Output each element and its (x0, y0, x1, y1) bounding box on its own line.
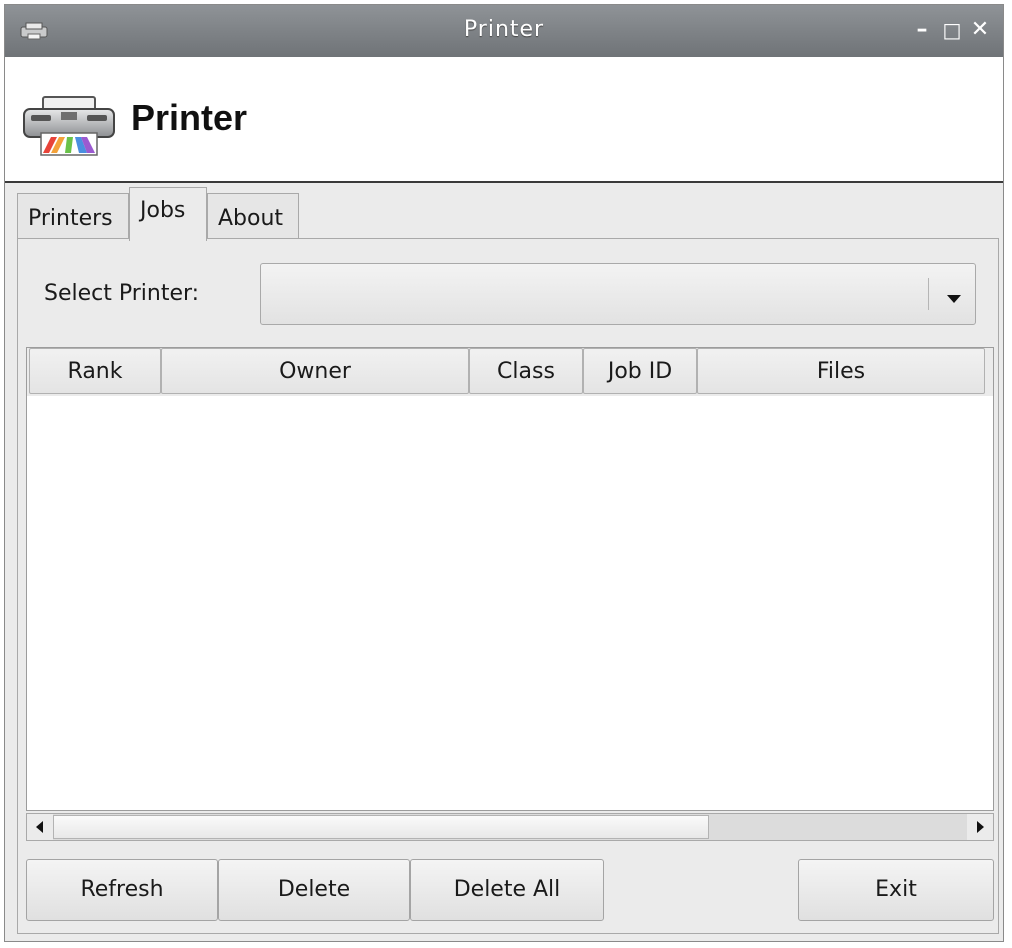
column-owner[interactable]: Owner (161, 348, 469, 394)
column-files[interactable]: Files (697, 348, 985, 394)
title-bar[interactable]: Printer – □ ✕ (5, 5, 1003, 57)
jobs-panel: Select Printer: Rank Owner Class Job ID … (17, 238, 999, 934)
tab-jobs[interactable]: Jobs (129, 187, 207, 241)
delete-all-button[interactable]: Delete All (410, 859, 604, 921)
column-job-id[interactable]: Job ID (583, 348, 697, 394)
tab-printers[interactable]: Printers (17, 193, 129, 239)
column-rank[interactable]: Rank (29, 348, 161, 394)
app-header: Printer (5, 57, 1003, 183)
horizontal-scrollbar[interactable] (26, 813, 994, 841)
scroll-right-button[interactable] (967, 814, 993, 840)
window-title: Printer (463, 17, 545, 42)
exit-button[interactable]: Exit (798, 859, 994, 921)
scrollbar-thumb[interactable] (53, 815, 709, 839)
table-body[interactable] (27, 396, 993, 810)
printer-window: Printer – □ ✕ Printer Printers Jobs Abou… (4, 4, 1004, 942)
arrow-right-icon (977, 821, 984, 833)
column-class[interactable]: Class (469, 348, 583, 394)
printer-select[interactable] (260, 263, 976, 325)
combo-separator (928, 278, 929, 310)
chevron-down-icon[interactable] (945, 286, 963, 311)
table-header: Rank Owner Class Job ID Files (27, 348, 993, 396)
arrow-left-icon (36, 821, 43, 833)
maximize-button[interactable]: □ (941, 19, 963, 41)
scroll-left-button[interactable] (27, 814, 53, 840)
tab-about[interactable]: About (207, 193, 299, 239)
printer-icon (21, 95, 117, 163)
close-button[interactable]: ✕ (969, 19, 991, 41)
delete-button[interactable]: Delete (218, 859, 410, 921)
minimize-button[interactable]: – (911, 19, 933, 41)
refresh-button[interactable]: Refresh (26, 859, 218, 921)
select-printer-label: Select Printer: (44, 281, 200, 306)
jobs-table: Rank Owner Class Job ID Files (26, 347, 994, 811)
page-title: Printer (131, 97, 248, 138)
